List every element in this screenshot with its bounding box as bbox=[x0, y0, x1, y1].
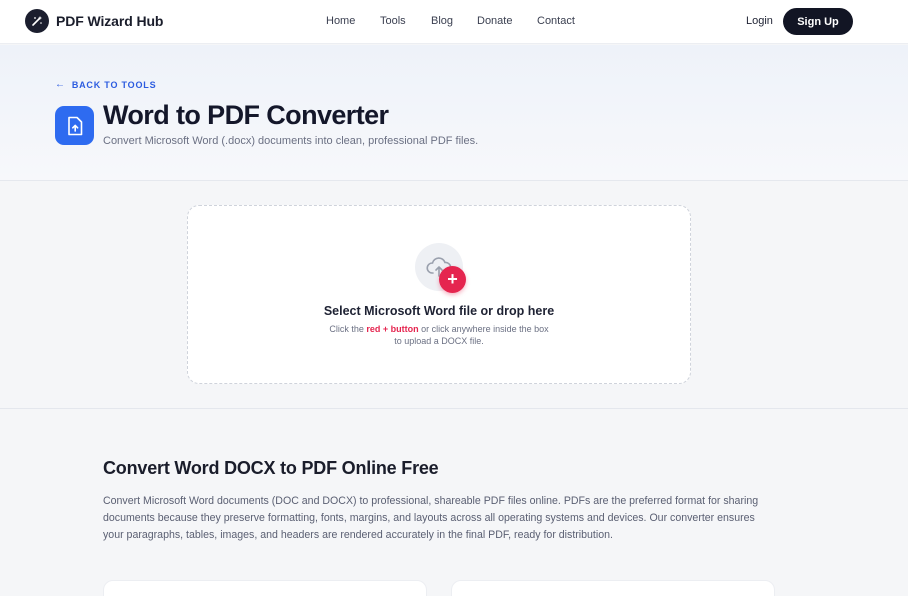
back-label: BACK TO TOOLS bbox=[71, 79, 157, 90]
add-file-button[interactable]: + bbox=[439, 266, 466, 293]
page-title: Word to PDF Converter bbox=[103, 100, 389, 130]
nav-link-contact[interactable]: Contact bbox=[537, 15, 575, 27]
hero-section: ← BACK TO TOOLS Word to PDF Converter Co… bbox=[0, 45, 908, 181]
section-body: Convert Microsoft Word documents (DOC an… bbox=[103, 495, 759, 541]
upload-hint: Click the red + button or click anywhere… bbox=[188, 323, 690, 347]
top-navbar: PDF Wizard Hub Home Tools Blog Donate Co… bbox=[0, 0, 908, 44]
page-subtitle: Convert Microsoft Word (.docx) documents… bbox=[103, 135, 479, 147]
upload-hint-line2: to upload a DOCX file. bbox=[394, 336, 484, 346]
login-link[interactable]: Login bbox=[746, 15, 773, 27]
brand-logo-icon bbox=[25, 9, 49, 33]
upload-hint-suffix: or click anywhere inside the box bbox=[418, 324, 549, 334]
nav-link-blog[interactable]: Blog bbox=[431, 15, 453, 27]
brand[interactable]: PDF Wizard Hub bbox=[25, 9, 163, 33]
upload-hint-highlight: red + button bbox=[366, 324, 419, 334]
feature-card bbox=[103, 580, 427, 596]
upload-dropzone[interactable]: + Select Microsoft Word file or drop her… bbox=[187, 205, 691, 384]
back-to-tools-link[interactable]: ← BACK TO TOOLS bbox=[55, 79, 156, 90]
upload-title: Select Microsoft Word file or drop here bbox=[323, 304, 555, 318]
feature-card bbox=[451, 580, 775, 596]
signup-button[interactable]: Sign Up bbox=[783, 8, 853, 35]
nav-link-tools[interactable]: Tools bbox=[380, 15, 406, 27]
section-title: Convert Word DOCX to PDF Online Free bbox=[103, 458, 439, 478]
section-divider bbox=[0, 408, 908, 409]
nav-link-donate[interactable]: Donate bbox=[477, 15, 512, 27]
nav-link-home[interactable]: Home bbox=[326, 15, 355, 27]
arrow-left-icon: ← bbox=[55, 79, 66, 90]
upload-hint-prefix: Click the bbox=[329, 324, 367, 334]
file-upload-icon bbox=[55, 106, 94, 145]
brand-name: PDF Wizard Hub bbox=[56, 13, 164, 29]
